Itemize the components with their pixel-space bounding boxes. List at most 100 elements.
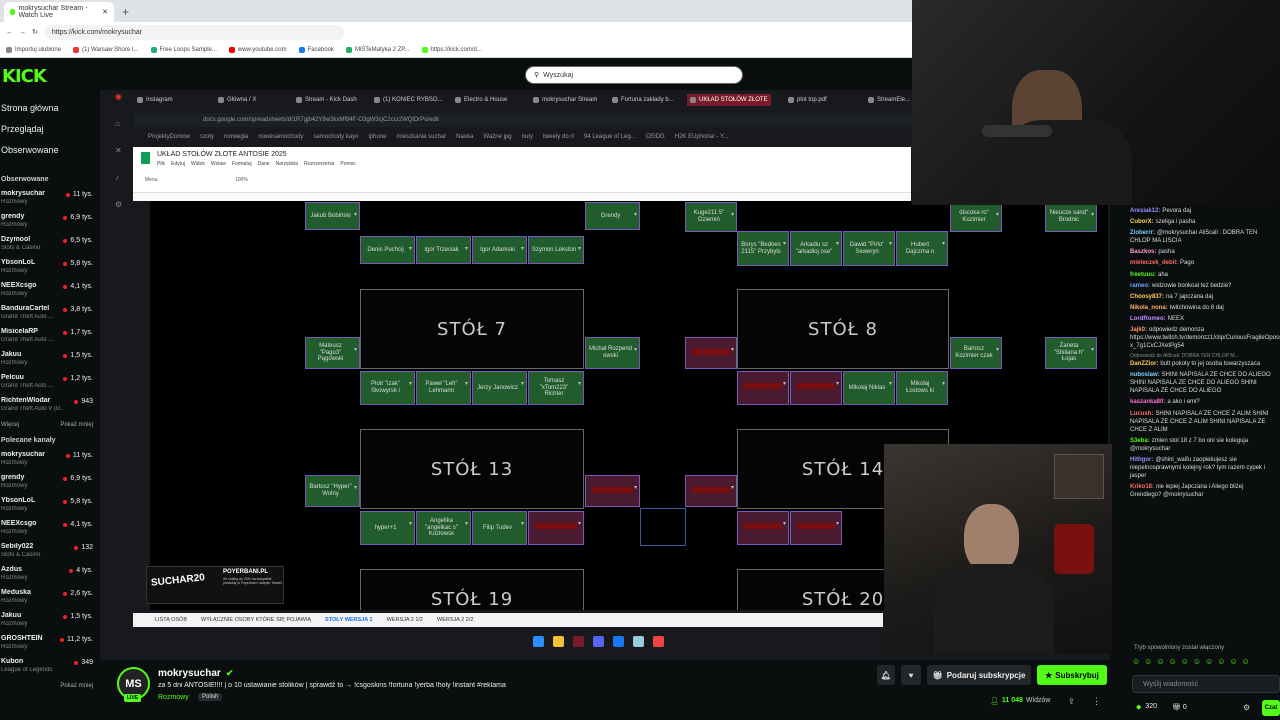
sheet-menu-item[interactable]: Pomoc (340, 161, 356, 167)
seat-cell[interactable]: Arkadiu sz "arkadioj ose" (790, 231, 842, 266)
bookmark-item[interactable]: (1) Warsaw Shore I... (73, 46, 139, 53)
emote-icon[interactable]: ☺ (1193, 657, 1201, 669)
seat-cell[interactable]: Nieucze sand" Brodnic (1045, 202, 1097, 232)
sheet-tab[interactable]: WERSJA 2 1/2 (387, 617, 423, 623)
sidebar-channel[interactable]: BanduraCartel Grand Theft Auto ... 3,8 tys… (0, 302, 100, 325)
more-options-icon[interactable]: ⋮ (1092, 696, 1101, 707)
captured-bookmark[interactable]: Nauka (456, 134, 473, 140)
captured-tab[interactable]: Główna / X (218, 94, 256, 106)
captured-tab[interactable]: Instagram (137, 94, 173, 106)
show-more-button[interactable]: Więcej (1, 422, 19, 428)
captured-bookmark[interactable]: samochody kayo (313, 134, 358, 140)
seat-cell-empty[interactable] (585, 475, 640, 507)
sheet-menu-item[interactable]: Widok (191, 161, 205, 167)
show-less-button[interactable]: Pokaż mniej (60, 683, 93, 689)
captured-bookmark[interactable]: iphone (368, 134, 386, 140)
sheet-menu-item[interactable]: Dane (258, 161, 270, 167)
new-tab-button[interactable]: + (122, 5, 129, 19)
back-icon[interactable]: ← (6, 29, 13, 36)
sidebar-channel[interactable]: grendy Rozmowy 6,9 tys. (0, 471, 100, 494)
sidebar-channel[interactable]: Dzymool Slots & Casino 6,5 tys. (0, 233, 100, 256)
sheet-tab[interactable]: LISTA OSÓB (155, 617, 187, 623)
nav-home[interactable]: Strona główna (0, 97, 100, 118)
seat-cell[interactable]: Paweł "Leh" Lehmann (416, 371, 471, 405)
sheet-menu-item[interactable]: Wstaw (211, 161, 226, 167)
nav-following[interactable]: Obserwowane (0, 139, 100, 160)
chrome-icon[interactable] (653, 635, 664, 647)
captured-bookmark[interactable]: mieszkania suchar (396, 134, 446, 140)
chat-settings-icon[interactable]: ⚙ (1243, 703, 1250, 712)
promo-banner[interactable]: SUCHAR20 POYERBANI.PL Ze zniżką do 20% n… (146, 566, 284, 604)
captured-bookmark[interactable]: H2K EUphoria! - Y... (675, 134, 728, 140)
selected-cell[interactable] (640, 508, 686, 546)
emote-icon[interactable]: ☺ (1229, 657, 1237, 669)
share-icon[interactable]: ⇪ (1068, 697, 1075, 706)
emote-icon[interactable]: ☺ (1169, 657, 1177, 669)
language-tag[interactable]: Polish (198, 693, 223, 701)
sidebar-channel[interactable]: Jakuu Rozmowy 1,5 tys. (0, 348, 100, 371)
chat-username[interactable]: Hithgor: (1130, 457, 1153, 463)
seat-cell-empty[interactable] (528, 511, 584, 545)
chat-username[interactable]: Aresiak12: (1130, 208, 1160, 214)
seat-cell[interactable]: Mikołaj Łostows ki (896, 371, 948, 405)
chat-input[interactable]: Wyślij wiadomość (1132, 675, 1280, 693)
seat-cell[interactable]: Denis Puchcij (360, 236, 415, 264)
seat-cell[interactable]: Mikołaj Niklas (843, 371, 895, 405)
sheet-menu-item[interactable]: Rozszerzenia (304, 161, 334, 167)
channel-points[interactable]: ◆ 320 (1136, 703, 1157, 711)
sheet-menu-item[interactable]: Plik (157, 161, 165, 167)
address-bar[interactable]: https://kick.com/mokrysuchar (43, 24, 344, 40)
sheet-menu-item[interactable]: Narzędzia (276, 161, 299, 167)
sidebar-channel[interactable]: YbsonLoL Rozmowy 5,8 tys. (0, 256, 100, 279)
chat-username[interactable]: DanZZior: (1130, 361, 1158, 367)
chat-username[interactable]: rameo: (1130, 283, 1150, 289)
windows-start-icon[interactable] (533, 635, 544, 647)
sidebar-channel[interactable]: RichtenWlodar Grand Theft Auto V (G... 943 (0, 394, 100, 417)
sheet-menu-item[interactable]: Edytuj (171, 161, 185, 167)
seat-cell[interactable]: Dawid "Pirlo" Seweryn (843, 231, 895, 266)
bell-icon[interactable]: 🔔︎ (877, 665, 895, 685)
sheet-menu-item[interactable]: Formatuj (232, 161, 252, 167)
chat-username[interactable]: Zioberrr: (1130, 230, 1155, 236)
chat-username[interactable]: kaszanka80: (1130, 399, 1165, 405)
heart-icon[interactable]: ♥ (901, 665, 921, 685)
seat-cell-empty[interactable] (737, 371, 789, 405)
captured-bookmark[interactable]: ProjektyDomow (148, 134, 190, 140)
sidebar-channel[interactable]: Sebily022 Slots & Casino 132 (0, 540, 100, 563)
chat-send-button[interactable]: Czat (1262, 700, 1280, 716)
gift-sub-button[interactable]: 🎁︎ Podaruj subskrypcje (927, 665, 1031, 685)
facebook-icon[interactable] (613, 635, 624, 647)
chat-username[interactable]: nuboslaw: (1130, 372, 1160, 378)
emote-icon[interactable]: ☺ (1242, 657, 1250, 669)
forward-icon[interactable]: → (19, 29, 26, 36)
seat-cell[interactable]: Żaneta "Shiliana h" Łojas (1045, 337, 1097, 369)
emote-icon[interactable]: ☺ (1205, 657, 1213, 669)
streamer-name[interactable]: mokrysuchar (158, 668, 221, 679)
captured-tab[interactable]: plot top.pdf (788, 94, 827, 106)
bookmark-item[interactable]: https://kick.com/d... (421, 46, 482, 53)
show-less-button[interactable]: Pokaż mniej (60, 422, 93, 428)
bookmark-item[interactable]: Importuj ulubione (6, 46, 61, 53)
seat-cell[interactable]: Jakub Bobiński (305, 202, 360, 230)
seat-cell-empty[interactable] (685, 337, 737, 369)
seat-cell[interactable]: Tomasz "xTom223" Richter (528, 371, 584, 405)
chat-username[interactable]: Lucush: (1130, 411, 1153, 417)
seat-cell[interactable]: Kuge211 5" Dziemiń (685, 202, 737, 232)
captured-tab[interactable]: UKŁAD STOŁÓW ZŁOTE (687, 94, 771, 106)
sidebar-channel[interactable]: Meduska Rozmowy 2,6 tys. (0, 586, 100, 609)
sheet-tab[interactable]: WYŁĄCZNIE OSOBY KTÓRE SIĘ POJAWIĄ (201, 617, 311, 623)
sidebar-channel[interactable]: Kubon League of Legends 349 (0, 655, 100, 678)
captured-tab[interactable]: mokrysuchar Stream (533, 94, 597, 106)
reload-icon[interactable]: ↻ (32, 28, 38, 36)
seat-cell[interactable]: Michał Rozpend owski (585, 337, 640, 369)
seat-cell[interactable]: discoka ro" Kozimier (950, 202, 1002, 232)
bookmark-item[interactable]: Facebook (298, 46, 334, 53)
sheet-tab[interactable]: WERSJA 2 2/2 (437, 617, 473, 623)
captured-bookmark[interactable]: nowesamochody (258, 134, 303, 140)
subscribe-button[interactable]: ★ Subskrybuj (1037, 665, 1107, 685)
captured-bookmark[interactable]: tweety do rt (543, 134, 574, 140)
seat-cell[interactable]: Mateusz "Pago3" Pągowski (305, 337, 360, 369)
stream-category[interactable]: Rozmowy (158, 694, 189, 701)
zoom-select[interactable]: 100% (235, 177, 248, 183)
captured-bookmark[interactable]: norwegia (224, 134, 248, 140)
